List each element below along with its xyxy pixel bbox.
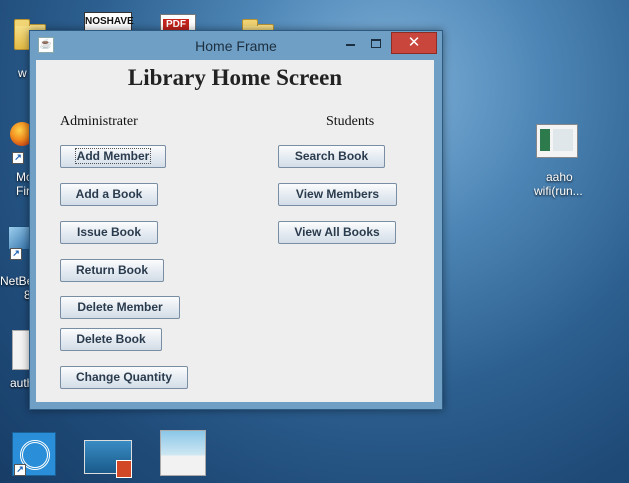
view-members-button[interactable]: View Members	[278, 183, 397, 206]
close-button[interactable]: ✕	[391, 32, 437, 54]
minimize-icon	[346, 44, 355, 46]
delete-member-button-label: Delete Member	[77, 300, 163, 314]
view-members-button-label: View Members	[295, 187, 380, 201]
image-thumbnail-icon	[160, 430, 206, 476]
page-title: Library Home Screen	[127, 65, 343, 90]
maximize-button[interactable]	[365, 35, 387, 53]
app-window-icon	[536, 124, 578, 158]
desktop-icon-circle-app[interactable]: ↗	[10, 430, 60, 480]
desktop-icon-label-2: Fir	[16, 184, 30, 198]
change-quantity-button-label: Change Quantity	[75, 370, 172, 384]
shortcut-arrow-icon: ↗	[14, 464, 26, 476]
add-book-button-label: Add a Book	[75, 187, 143, 201]
shortcut-arrow-icon: ↗	[10, 248, 22, 260]
administrator-label: Administrater	[60, 114, 138, 129]
search-book-button[interactable]: Search Book	[278, 145, 385, 168]
return-book-button[interactable]: Return Book	[60, 259, 164, 282]
add-book-button[interactable]: Add a Book	[60, 183, 158, 206]
return-book-button-label: Return Book	[76, 263, 148, 277]
document-icon	[12, 330, 30, 370]
view-all-books-button-label: View All Books	[294, 225, 380, 239]
add-member-button-label: Add Member	[74, 148, 152, 164]
change-quantity-button[interactable]: Change Quantity	[60, 366, 188, 389]
noshave-brand-text: NOSHAVE	[85, 16, 134, 27]
maximize-icon	[371, 39, 381, 48]
view-all-books-button[interactable]: View All Books	[278, 221, 396, 244]
issue-book-button[interactable]: Issue Book	[60, 221, 158, 244]
close-icon: ✕	[407, 34, 421, 51]
powerpoint-badge-icon	[116, 460, 132, 478]
desktop-icon-label: aaho	[546, 170, 573, 184]
delete-book-button[interactable]: Delete Book	[60, 328, 162, 351]
desktop-icon-presentation[interactable]	[84, 440, 134, 480]
minimize-button[interactable]	[339, 35, 361, 53]
home-frame-window: ☕ Home Frame ✕ Library Home Screen Admin…	[29, 30, 443, 410]
noshave-icon: NOSHAVE	[84, 12, 134, 32]
desktop-icon-netbeans[interactable]: ↗ NetBe 8	[0, 222, 33, 302]
delete-member-button[interactable]: Delete Member	[60, 296, 180, 319]
shortcut-arrow-icon: ↗	[12, 152, 24, 164]
search-book-button-label: Search Book	[294, 149, 369, 163]
desktop-icon-label: w	[18, 66, 27, 80]
desktop-icon-aaho-wifi[interactable]: aaho wifi(run...	[528, 120, 598, 200]
issue-book-button-label: Issue Book	[76, 225, 142, 239]
desktop-icon-image[interactable]	[158, 428, 208, 478]
delete-book-button-label: Delete Book	[76, 332, 146, 346]
add-member-button[interactable]: Add Member	[60, 145, 166, 168]
students-label: Students	[326, 114, 375, 129]
desktop-icon-label-2: wifi(run...	[534, 184, 583, 198]
window-title-bar[interactable]: ☕ Home Frame ✕	[30, 31, 442, 59]
